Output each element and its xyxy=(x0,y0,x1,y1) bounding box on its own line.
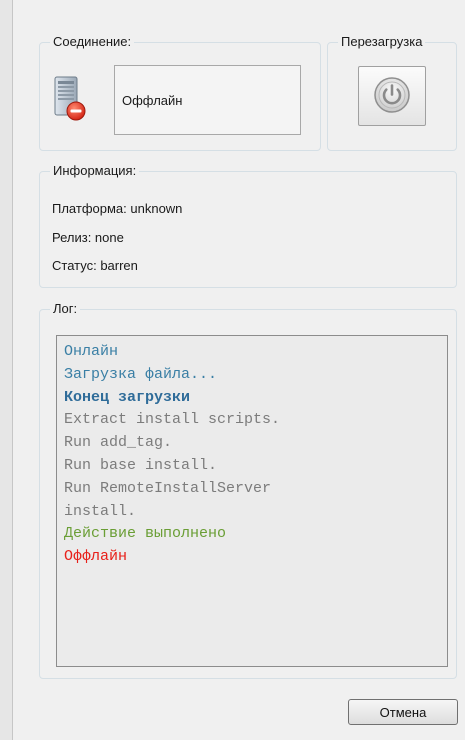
cancel-button[interactable]: Отмена xyxy=(348,699,458,725)
log-line: Загрузка файла... xyxy=(64,365,218,383)
server-offline-icon xyxy=(53,76,87,122)
log-textarea[interactable]: Онлайн Загрузка файла... Конец загрузки Ext… xyxy=(56,335,448,667)
reboot-group-title: Перезагрузка xyxy=(338,34,426,50)
log-line: Extract install scripts. xyxy=(64,411,281,429)
connection-status-box: Оффлайн xyxy=(114,65,301,135)
power-icon xyxy=(373,76,411,117)
log-line: Оффлайн xyxy=(64,548,128,566)
log-line: Run add_tag. xyxy=(64,434,173,452)
log-line: Run RemoteInstallServer xyxy=(64,479,272,497)
reboot-group: Перезагрузка xyxy=(327,34,457,151)
info-release: Релиз: none xyxy=(52,230,124,245)
log-line: Онлайн xyxy=(64,343,119,360)
info-platform: Платформа: unknown xyxy=(52,201,183,216)
log-line: Конец загрузки xyxy=(64,388,191,406)
log-line: Действие выполнено xyxy=(64,525,227,543)
log-line: install. xyxy=(64,502,137,520)
info-group: Информация: Платформа: unknown Релиз: no… xyxy=(39,163,457,288)
log-group: Лог: Онлайн Загрузка файла... Конец загруз… xyxy=(39,301,457,679)
window-left-edge xyxy=(0,0,13,740)
info-status: Статус: barren xyxy=(52,258,138,273)
connection-group: Соединение: Оффлайн xyxy=(39,34,321,151)
log-line: Run base install. xyxy=(64,456,218,474)
connection-group-title: Соединение: xyxy=(50,34,135,50)
connection-status-text: Оффлайн xyxy=(122,92,183,108)
reboot-button[interactable] xyxy=(358,66,426,126)
log-group-title: Лог: xyxy=(50,301,81,317)
info-group-title: Информация: xyxy=(50,163,140,179)
